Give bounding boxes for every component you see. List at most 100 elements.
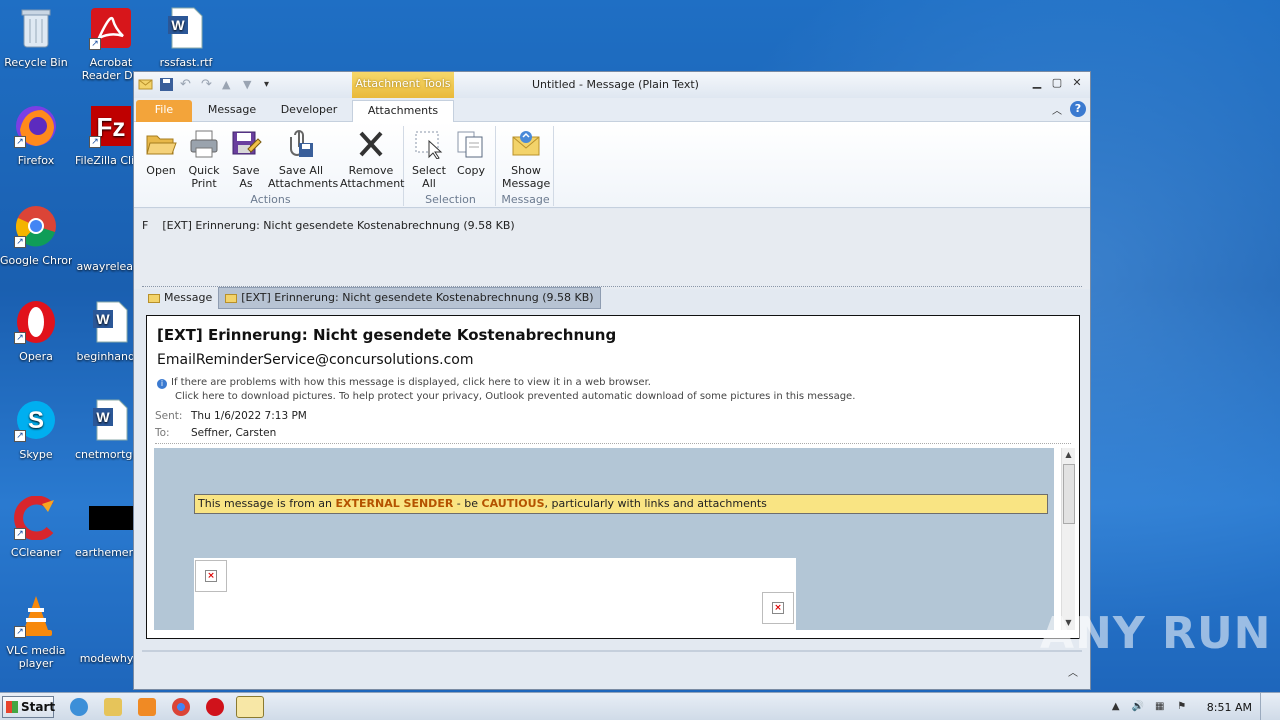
- word-document-icon: W: [89, 398, 133, 442]
- email-content-area: [194, 558, 796, 630]
- previous-item-icon[interactable]: ▲: [222, 77, 237, 92]
- desktop-icon-rssfast[interactable]: W rssfast.rtf: [150, 6, 222, 69]
- window-controls: ▁ ▢ ✕: [1030, 76, 1084, 90]
- message-body: This message is from an EXTERNAL SENDER …: [154, 448, 1054, 630]
- printer-icon: [188, 128, 220, 160]
- next-item-icon[interactable]: ▼: [243, 77, 258, 92]
- minimize-icon[interactable]: ▁: [1030, 76, 1044, 90]
- desktop-icon-label: Firefox: [17, 154, 55, 167]
- open-button[interactable]: Open: [142, 128, 180, 177]
- action-center-flag-icon[interactable]: ⚑: [1175, 700, 1189, 714]
- save-icon[interactable]: [159, 77, 174, 92]
- maximize-icon[interactable]: ▢: [1050, 76, 1064, 90]
- tab-developer[interactable]: Developer: [274, 100, 344, 122]
- scroll-up-icon[interactable]: ▲: [1062, 448, 1075, 462]
- save-all-attachments-button[interactable]: Save All Attachments: [268, 128, 338, 190]
- close-icon[interactable]: ✕: [1070, 76, 1084, 90]
- desktop-icon-vlc[interactable]: ↗ VLC media player: [0, 594, 72, 670]
- info-bar[interactable]: i If there are problems with how this mes…: [157, 376, 855, 404]
- tab-attached-message[interactable]: [EXT] Erinnerung: Nicht gesendete Kosten…: [218, 287, 601, 309]
- volume-icon[interactable]: 🔊: [1131, 700, 1145, 714]
- help-area: ︿ ?: [1052, 101, 1086, 117]
- message-subject: [EXT] Erinnerung: Nicht gesendete Kosten…: [157, 326, 617, 344]
- broken-image-icon[interactable]: ×: [195, 560, 227, 592]
- button-label: Save As: [232, 164, 260, 190]
- desktop-icon-firefox[interactable]: ↗ Firefox: [0, 104, 72, 167]
- opera-icon[interactable]: [206, 698, 224, 716]
- desktop-icon-chrome[interactable]: ↗ Google Chrome: [0, 204, 72, 267]
- file-explorer-icon[interactable]: [104, 698, 122, 716]
- skype-icon: S ↗: [14, 398, 58, 442]
- show-desktop-button[interactable]: [1260, 693, 1270, 720]
- desktop-icon-label: rssfast.rtf: [159, 56, 213, 69]
- ribbon: Open Quick Print Save As Save All Attach…: [134, 122, 1090, 208]
- attachment-item[interactable]: F [EXT] Erinnerung: Nicht gesendete Kost…: [142, 219, 515, 232]
- info-icon: i: [157, 379, 167, 389]
- ccleaner-icon: ↗: [14, 496, 58, 540]
- desktop-icon-recycle-bin[interactable]: Recycle Bin: [0, 6, 72, 69]
- vlc-icon: ↗: [14, 594, 58, 638]
- outlook-message-window: ↶ ↷ ▲ ▼ ▾ Attachment Tools Untitled - Me…: [133, 71, 1091, 690]
- tab-message-body[interactable]: Message: [142, 287, 218, 309]
- clock[interactable]: 8:51 AM: [1207, 701, 1252, 714]
- expand-collapse-icon[interactable]: ︿: [1068, 664, 1078, 679]
- svg-text:W: W: [171, 17, 185, 33]
- quick-access-toolbar: ↶ ↷ ▲ ▼ ▾: [138, 77, 279, 92]
- desktop-icon-skype[interactable]: S ↗ Skype: [0, 398, 72, 461]
- redo-icon[interactable]: ↷: [201, 77, 216, 92]
- window-title: Untitled - Message (Plain Text): [532, 78, 699, 91]
- copy-button[interactable]: Copy: [452, 128, 490, 177]
- broken-image-icon[interactable]: ×: [762, 592, 794, 624]
- windows-logo-icon: [6, 701, 18, 713]
- desktop-icon-label: CCleaner: [10, 546, 62, 559]
- group-label-actions: Actions: [250, 193, 291, 206]
- desktop-icon-label: Skype: [19, 448, 53, 461]
- show-message-button[interactable]: Show Message: [502, 128, 550, 190]
- remove-attachment-button[interactable]: Remove Attachment: [340, 128, 405, 190]
- help-icon[interactable]: ?: [1070, 101, 1086, 117]
- outlook-icon[interactable]: [236, 696, 264, 718]
- opera-icon: ↗: [14, 300, 58, 344]
- message-sender: EmailReminderService@concursolutions.com: [157, 352, 474, 368]
- group-label-message: Message: [501, 193, 550, 206]
- external-sender-banner: This message is from an EXTERNAL SENDER …: [194, 494, 1048, 514]
- message-preview: [EXT] Erinnerung: Nicht gesendete Kosten…: [146, 315, 1080, 639]
- customize-qat-icon[interactable]: ▾: [264, 77, 279, 92]
- to-row: To: Seffner, Carsten: [155, 427, 277, 439]
- ribbon-group-actions: Open Quick Print Save As Save All Attach…: [138, 126, 405, 206]
- save-all-attachments-icon: [285, 128, 317, 160]
- desktop-icon-opera[interactable]: ↗ Opera: [0, 300, 72, 363]
- tab-attachments[interactable]: Attachments: [352, 100, 454, 123]
- word-document-icon: W: [89, 300, 133, 344]
- blank-file-icon: [89, 204, 133, 248]
- blank-file-icon: [89, 594, 133, 638]
- vertical-scrollbar[interactable]: ▲ ▼: [1061, 448, 1075, 630]
- media-player-icon[interactable]: [138, 698, 156, 716]
- minimize-ribbon-icon[interactable]: ︿: [1052, 102, 1062, 117]
- internet-explorer-icon[interactable]: [70, 698, 88, 716]
- chrome-icon[interactable]: [172, 698, 190, 716]
- show-hidden-icons-icon[interactable]: ▲: [1109, 700, 1123, 714]
- network-icon[interactable]: ▦: [1153, 700, 1167, 714]
- select-all-button[interactable]: Select All: [410, 128, 448, 190]
- save-as-icon: [230, 128, 262, 160]
- ribbon-group-selection: Select All Copy Selection: [406, 126, 496, 206]
- ribbon-group-message: Show Message Message: [498, 126, 554, 206]
- chrome-icon: ↗: [14, 204, 58, 248]
- copy-icon: [455, 128, 487, 160]
- desktop-icon-ccleaner[interactable]: ↗ CCleaner: [0, 496, 72, 559]
- svg-text:S: S: [28, 407, 44, 434]
- scroll-thumb[interactable]: [1063, 464, 1075, 524]
- undo-icon[interactable]: ↶: [180, 77, 195, 92]
- black-file-icon: [89, 496, 133, 540]
- message-tabs: Message [EXT] Erinnerung: Nicht gesendet…: [142, 287, 601, 309]
- quick-print-button[interactable]: Quick Print: [184, 128, 224, 190]
- tab-file[interactable]: File: [136, 100, 192, 122]
- tab-message[interactable]: Message: [202, 100, 262, 122]
- start-button[interactable]: Start: [2, 696, 55, 718]
- sent-row: Sent: Thu 1/6/2022 7:13 PM: [155, 410, 307, 422]
- button-label: Remove Attachment: [340, 164, 405, 190]
- system-tray: ▲ 🔊 ▦ ⚑ 8:51 AM: [1109, 693, 1280, 720]
- attachment-tools-context-header: Attachment Tools: [352, 72, 454, 98]
- save-as-button[interactable]: Save As: [228, 128, 264, 190]
